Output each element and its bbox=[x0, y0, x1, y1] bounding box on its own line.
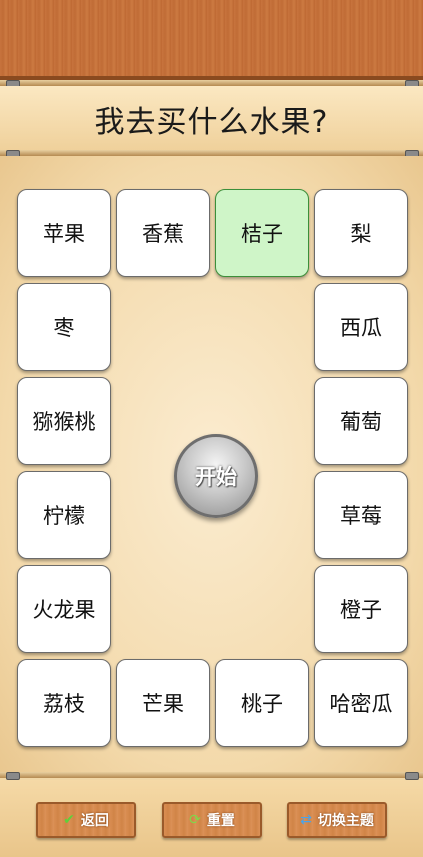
start-button[interactable]: 开始 bbox=[174, 434, 258, 518]
fruit-tile[interactable]: 枣 bbox=[17, 283, 111, 371]
reset-button[interactable]: ⟳ 重置 bbox=[162, 802, 262, 838]
fruit-tile[interactable]: 西瓜 bbox=[314, 283, 408, 371]
fruit-tile[interactable]: 桃子 bbox=[215, 659, 309, 747]
title-panel: 我去买什么水果? bbox=[0, 86, 423, 152]
fruit-tile[interactable]: 猕猴桃 bbox=[17, 377, 111, 465]
back-button-label: 返回 bbox=[80, 813, 109, 829]
switch-icon: ⇄ bbox=[300, 812, 312, 828]
fruit-tile[interactable]: 芒果 bbox=[116, 659, 210, 747]
fruit-tile[interactable]: 梨 bbox=[314, 189, 408, 277]
switch-theme-button-label: 切换主题 bbox=[317, 813, 374, 829]
nail-icon bbox=[6, 772, 20, 780]
fruit-tile[interactable]: 火龙果 bbox=[17, 565, 111, 653]
fruit-tile[interactable]: 苹果 bbox=[17, 189, 111, 277]
refresh-icon: ⟳ bbox=[189, 812, 201, 828]
fruit-tile-selected[interactable]: 桔子 bbox=[215, 189, 309, 277]
page-title: 我去买什么水果? bbox=[94, 105, 329, 140]
check-icon: ✔ bbox=[63, 812, 75, 828]
fruit-tile[interactable]: 橙子 bbox=[314, 565, 408, 653]
fruit-tile[interactable]: 柠檬 bbox=[17, 471, 111, 559]
fruit-tile[interactable]: 草莓 bbox=[314, 471, 408, 559]
back-button[interactable]: ✔ 返回 bbox=[36, 802, 136, 838]
top-wood-panel bbox=[0, 0, 423, 80]
switch-theme-button[interactable]: ⇄ 切换主题 bbox=[287, 802, 387, 838]
fruit-tile[interactable]: 葡萄 bbox=[314, 377, 408, 465]
reset-button-label: 重置 bbox=[206, 813, 235, 829]
fruit-tile[interactable]: 哈密瓜 bbox=[314, 659, 408, 747]
nail-icon bbox=[405, 772, 419, 780]
fruit-tile[interactable]: 荔枝 bbox=[17, 659, 111, 747]
start-button-label: 开始 bbox=[195, 465, 237, 489]
bottom-rail bbox=[0, 772, 423, 778]
fruit-tile[interactable]: 香蕉 bbox=[116, 189, 210, 277]
